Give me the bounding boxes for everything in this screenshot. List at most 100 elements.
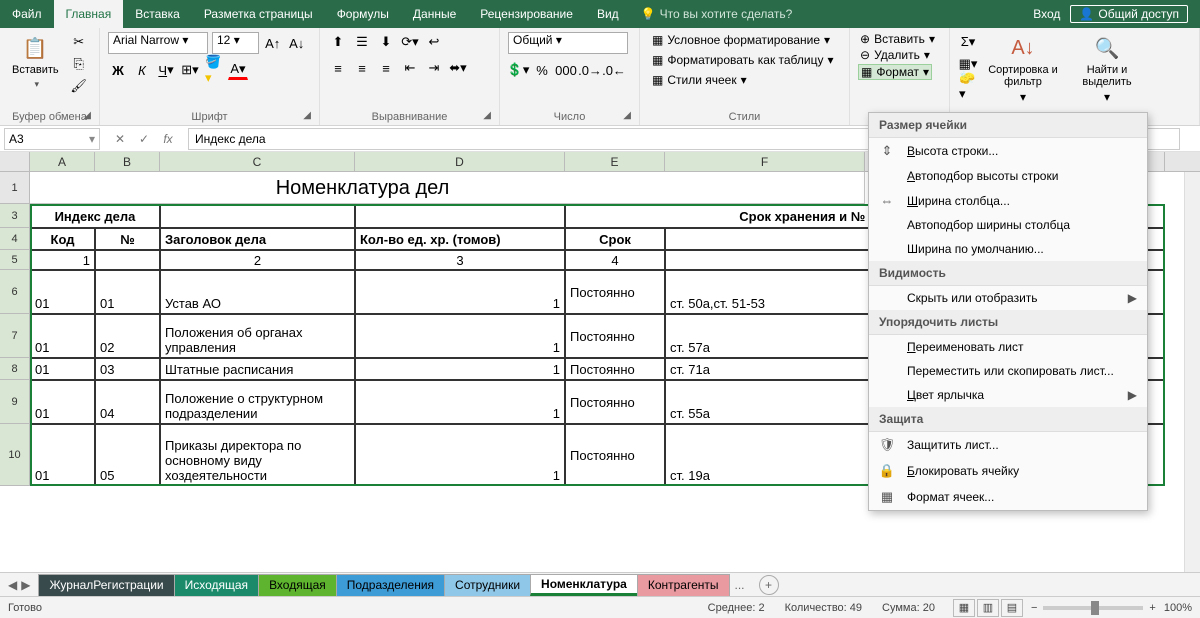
align-center-button[interactable]: ≡ xyxy=(352,58,372,78)
cell-A9[interactable]: 01 xyxy=(30,380,95,424)
cell-A5[interactable]: 1 xyxy=(30,250,95,270)
cell-D9[interactable]: 1 xyxy=(355,380,565,424)
increase-font-button[interactable]: A↑ xyxy=(263,33,283,53)
tab-home[interactable]: Главная xyxy=(54,0,124,28)
cell-C4[interactable]: Заголовок дела xyxy=(160,228,355,250)
row-header-1[interactable]: 1 xyxy=(0,172,30,204)
number-format-select[interactable]: Общий ▾ xyxy=(508,32,628,54)
sheet-nav-prev[interactable]: ◀ xyxy=(8,578,17,592)
cell-D10[interactable]: 1 xyxy=(355,424,565,486)
menu-rename-sheet[interactable]: Переименовать лист xyxy=(869,335,1147,359)
sheet-tab-Исходящая[interactable]: Исходящая xyxy=(174,574,259,596)
fx-button[interactable]: fx xyxy=(158,132,178,146)
cell-B8[interactable]: 03 xyxy=(95,358,160,380)
cell-C5[interactable]: 2 xyxy=(160,250,355,270)
cell-A10[interactable]: 01 xyxy=(30,424,95,486)
align-left-button[interactable]: ≡ xyxy=(328,58,348,78)
tab-insert[interactable]: Вставка xyxy=(123,0,192,28)
zoom-slider[interactable] xyxy=(1043,606,1143,610)
align-bottom-button[interactable]: ⬇ xyxy=(376,32,396,52)
zoom-in-button[interactable]: + xyxy=(1149,602,1155,614)
decrease-font-button[interactable]: A↓ xyxy=(287,33,307,53)
row-header-10[interactable]: 10 xyxy=(0,424,30,486)
row-header-9[interactable]: 9 xyxy=(0,380,30,424)
cell-C9[interactable]: Положение о структурном подразделении xyxy=(160,380,355,424)
sheets-overflow[interactable]: ... xyxy=(735,578,745,592)
underline-button[interactable]: Ч▾ xyxy=(156,60,176,80)
tab-page-layout[interactable]: Разметка страницы xyxy=(192,0,325,28)
sheet-tab-ЖурналРегистрации[interactable]: ЖурналРегистрации xyxy=(38,574,174,596)
cell-C1[interactable]: Номенклатура дел xyxy=(160,172,565,204)
cell-D7[interactable]: 1 xyxy=(355,314,565,358)
tab-file[interactable]: Файл xyxy=(0,0,54,28)
sheet-tab-Контрагенты[interactable]: Контрагенты xyxy=(637,574,730,596)
cell-B4[interactable]: № xyxy=(95,228,160,250)
col-header-b[interactable]: B xyxy=(95,152,160,171)
cell-D6[interactable]: 1 xyxy=(355,270,565,314)
cell-B5[interactable] xyxy=(95,250,160,270)
decrease-indent-button[interactable]: ⇤ xyxy=(400,58,420,78)
cell-C6[interactable]: Устав АО xyxy=(160,270,355,314)
copy-button[interactable]: ⎘ xyxy=(69,54,89,74)
comma-button[interactable]: 000 xyxy=(556,60,576,80)
sheet-nav-next[interactable]: ▶ xyxy=(21,578,30,592)
merge-button[interactable]: ⬌▾ xyxy=(448,58,468,78)
cell-E5[interactable]: 4 xyxy=(565,250,665,270)
sheet-tab-Подразделения[interactable]: Подразделения xyxy=(336,574,445,596)
increase-indent-button[interactable]: ⇥ xyxy=(424,58,444,78)
menu-default-width[interactable]: Ширина по умолчанию... xyxy=(869,237,1147,261)
menu-row-height[interactable]: ⇕Высота строки... xyxy=(869,138,1147,164)
cell-C3[interactable] xyxy=(160,204,355,228)
find-select-button[interactable]: 🔍 Найти и выделить▾ xyxy=(1068,32,1146,106)
clear-button[interactable]: 🧽▾ xyxy=(958,76,978,96)
view-page-layout-button[interactable]: ▥ xyxy=(977,599,999,617)
cell-E8[interactable]: Постоянно xyxy=(565,358,665,380)
accept-formula-button[interactable]: ✓ xyxy=(134,132,154,146)
conditional-formatting-button[interactable]: ▦Условное форматирование▾ xyxy=(648,32,834,48)
col-header-a[interactable]: A xyxy=(30,152,95,171)
sort-filter-button[interactable]: A↓ Сортировка и фильтр▾ xyxy=(984,32,1062,106)
orientation-button[interactable]: ⟳▾ xyxy=(400,32,420,52)
cell-D4[interactable]: Кол-во ед. хр. (томов) xyxy=(355,228,565,250)
font-color-button[interactable]: A▾ xyxy=(228,60,248,80)
cell-D5[interactable]: 3 xyxy=(355,250,565,270)
cell-A4[interactable]: Код xyxy=(30,228,95,250)
col-header-e[interactable]: E xyxy=(565,152,665,171)
row-header-7[interactable]: 7 xyxy=(0,314,30,358)
menu-move-copy-sheet[interactable]: Переместить или скопировать лист... xyxy=(869,359,1147,383)
autosum-button[interactable]: Σ▾ xyxy=(958,32,978,52)
col-header-d[interactable]: D xyxy=(355,152,565,171)
tab-data[interactable]: Данные xyxy=(401,0,468,28)
row-header-8[interactable]: 8 xyxy=(0,358,30,380)
accounting-button[interactable]: 💲▾ xyxy=(508,60,528,80)
launcher-icon[interactable]: ◢ xyxy=(83,110,91,121)
cancel-formula-button[interactable]: ✕ xyxy=(110,132,130,146)
cell-B9[interactable]: 04 xyxy=(95,380,160,424)
align-middle-button[interactable]: ☰ xyxy=(352,32,372,52)
menu-autofit-col[interactable]: Автоподбор ширины столбца xyxy=(869,213,1147,237)
add-sheet-button[interactable]: + xyxy=(759,575,779,595)
select-all-corner[interactable] xyxy=(0,152,30,171)
borders-button[interactable]: ⊞▾ xyxy=(180,60,200,80)
signin-link[interactable]: Вход xyxy=(1033,7,1060,21)
zoom-out-button[interactable]: − xyxy=(1031,602,1037,614)
increase-decimal-button[interactable]: .0→ xyxy=(580,60,600,80)
name-box[interactable]: A3▾ xyxy=(4,128,100,150)
cut-button[interactable]: ✂ xyxy=(69,32,89,52)
cell-D8[interactable]: 1 xyxy=(355,358,565,380)
bold-button[interactable]: Ж xyxy=(108,60,128,80)
cell-C7[interactable]: Положения об органах управления xyxy=(160,314,355,358)
paste-button[interactable]: 📋 Вставить xyxy=(8,32,63,92)
menu-lock-cell[interactable]: 🔒Блокировать ячейку xyxy=(869,458,1147,484)
format-as-table-button[interactable]: ▦Форматировать как таблицу▾ xyxy=(648,52,838,68)
menu-col-width[interactable]: ⇔Ширина столбца... xyxy=(869,188,1147,213)
cell-A8[interactable]: 01 xyxy=(30,358,95,380)
format-painter-button[interactable]: 🖌 xyxy=(69,76,89,96)
cell-E7[interactable]: Постоянно xyxy=(565,314,665,358)
menu-protect-sheet[interactable]: 🛡Защитить лист... xyxy=(869,432,1147,458)
menu-hide-unhide[interactable]: Скрыть или отобразить▶ xyxy=(869,286,1147,310)
row-header-6[interactable]: 6 xyxy=(0,270,30,314)
cell-E4[interactable]: Срок xyxy=(565,228,665,250)
cell-B6[interactable]: 01 xyxy=(95,270,160,314)
format-cells-button[interactable]: ▦Формат▾ xyxy=(858,64,932,80)
